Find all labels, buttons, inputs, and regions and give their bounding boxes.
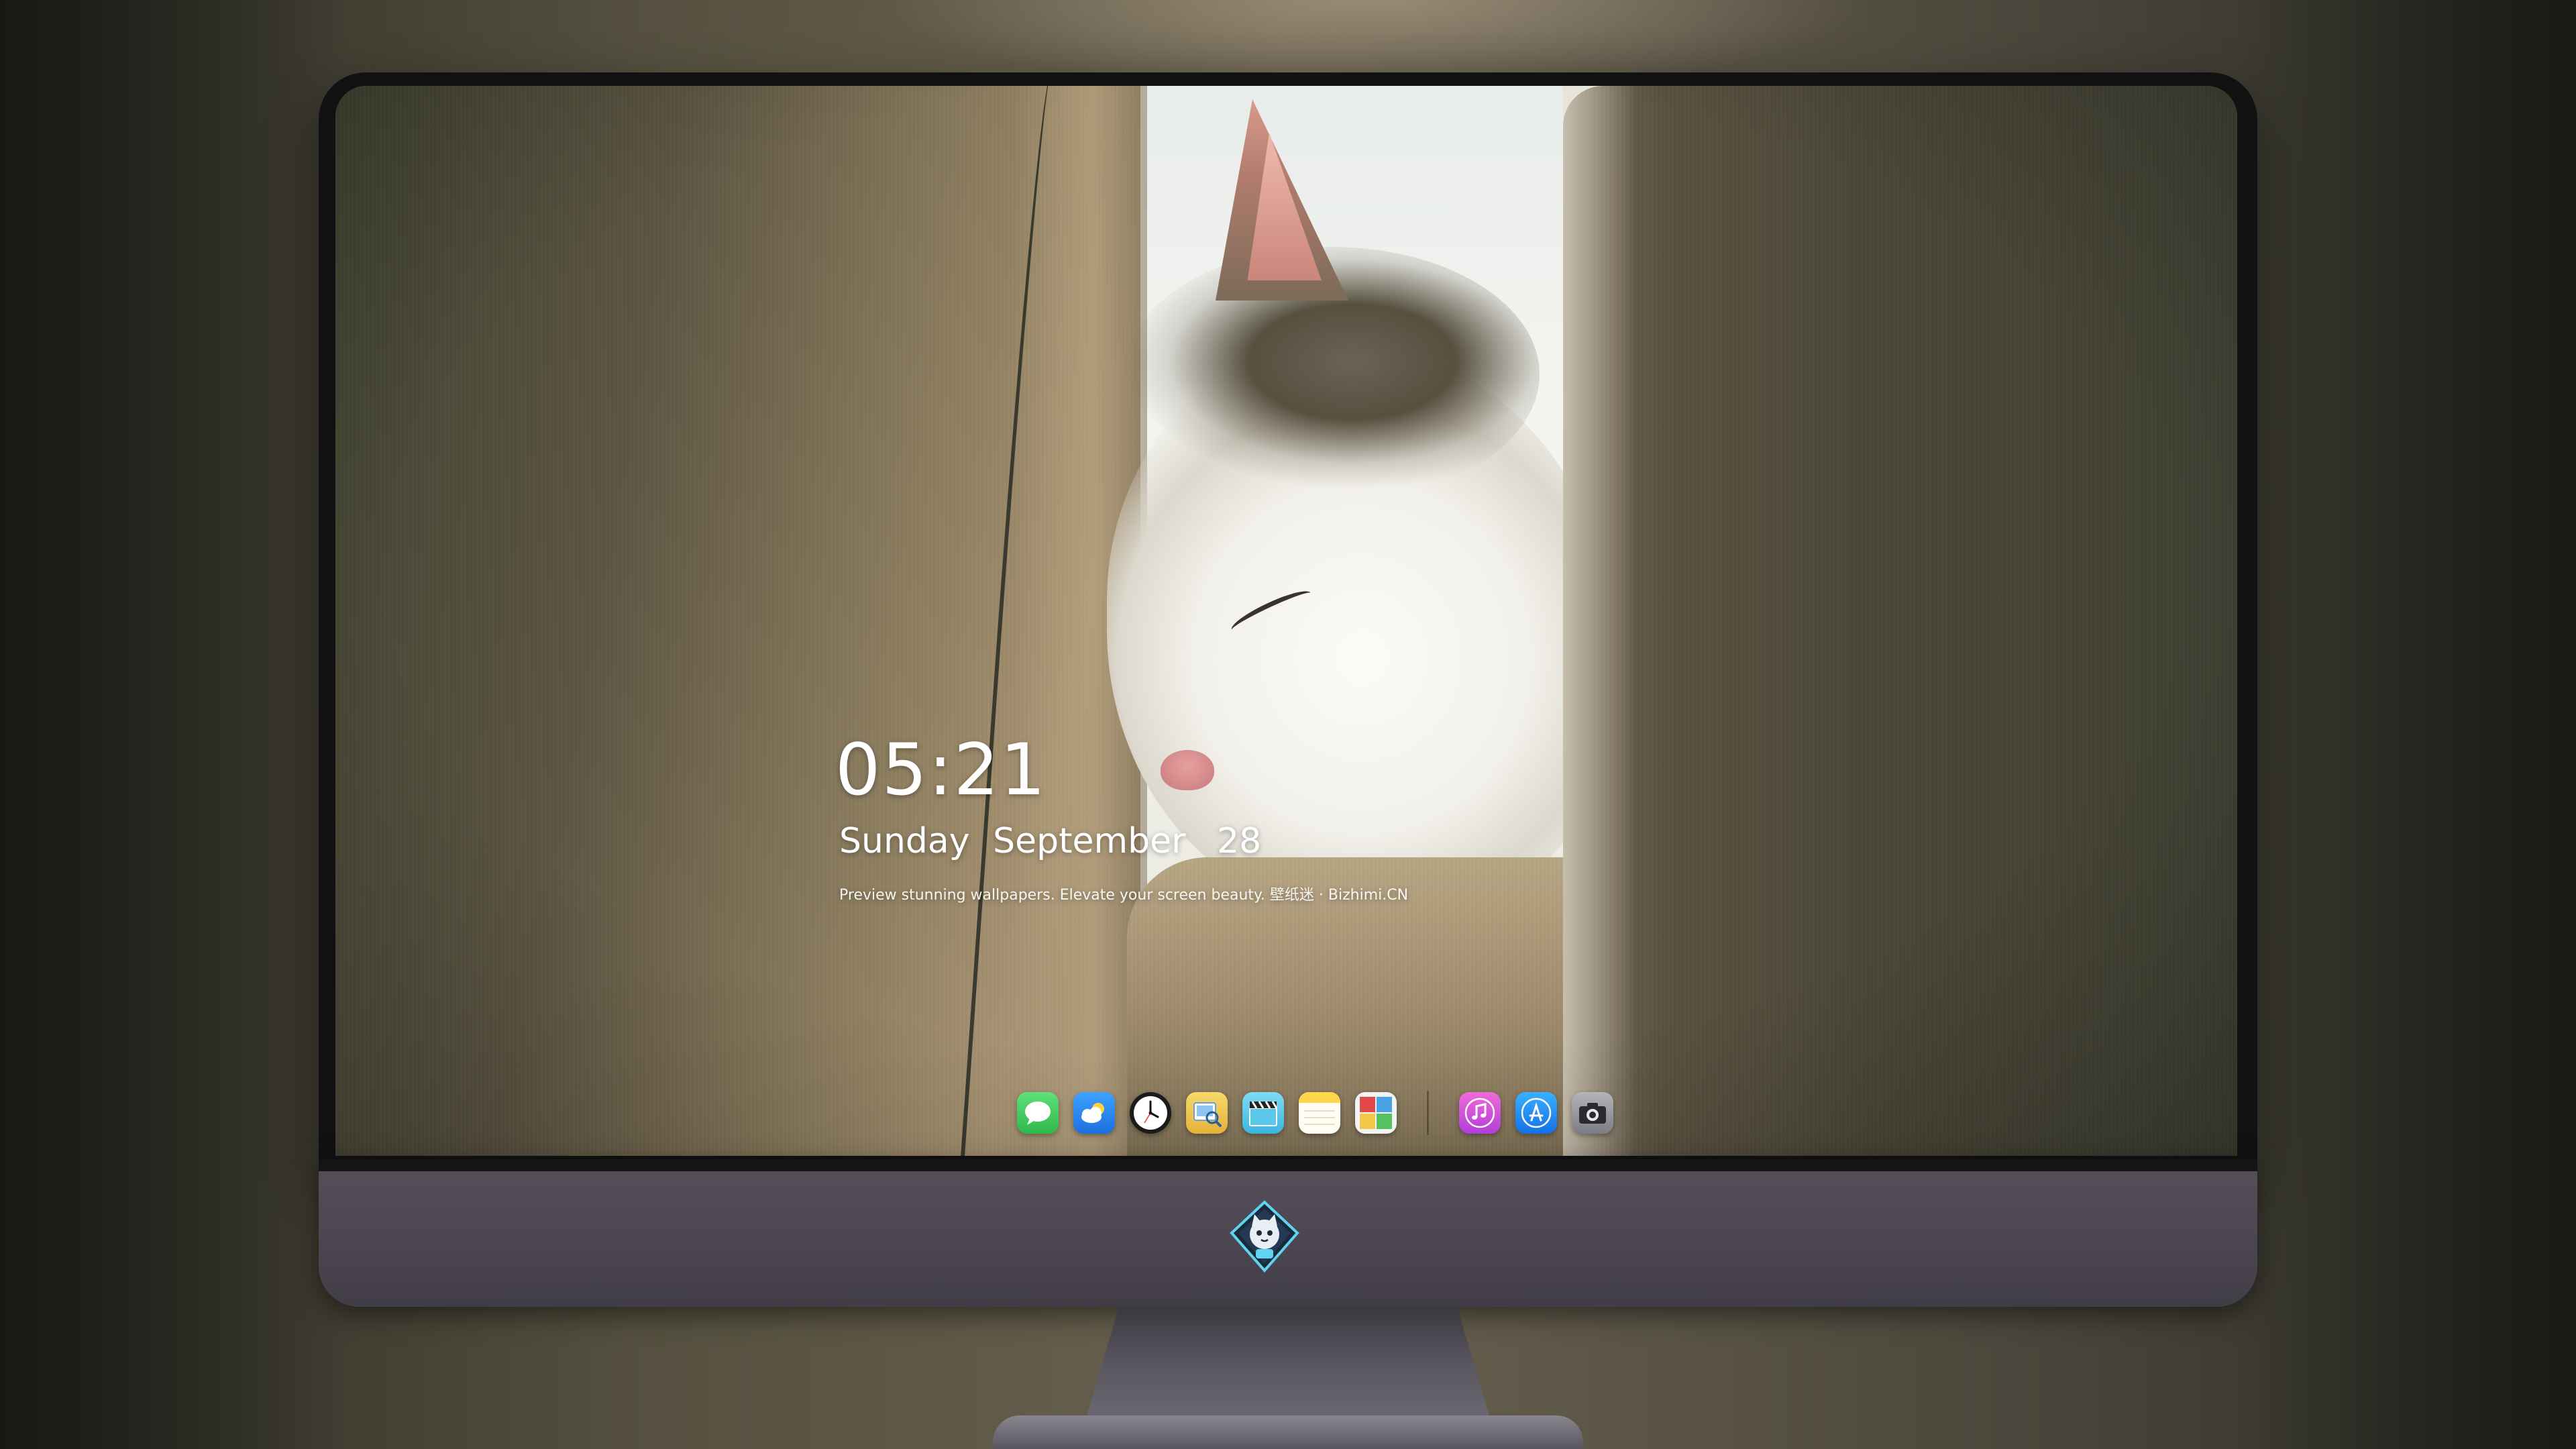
- speech-bubble-icon: [1025, 1102, 1051, 1125]
- dock-app-clock[interactable]: [1130, 1092, 1171, 1134]
- lock-screen[interactable]: 05:21 Sunday September 28 Preview stunni…: [335, 86, 2237, 1156]
- cloud-sun-icon: [1081, 1103, 1104, 1123]
- dock-app-messages[interactable]: [1017, 1092, 1059, 1134]
- dock: [1010, 1081, 1621, 1145]
- dock-app-preview[interactable]: [1186, 1092, 1228, 1134]
- date-weekday: Sunday: [839, 821, 970, 861]
- dock-app-app-store[interactable]: [1515, 1092, 1557, 1134]
- clapperboard-icon: [1249, 1101, 1278, 1126]
- cat-mascot-logo-icon: [1230, 1200, 1299, 1273]
- background-blur-left: [0, 0, 349, 1449]
- camera-icon: [1579, 1103, 1606, 1124]
- clock-time: 05:21: [835, 729, 1047, 811]
- photo-collage-icon: [1360, 1097, 1392, 1129]
- monitor-bezel: 05:21 Sunday September 28 Preview stunni…: [319, 72, 2257, 1159]
- monitor-stand-base: [993, 1415, 1583, 1449]
- clock-icon: [1134, 1096, 1167, 1130]
- date-day: 28: [1217, 821, 1262, 861]
- app-store-icon: [1521, 1097, 1552, 1128]
- wallpaper-tagline: Preview stunning wallpapers. Elevate you…: [839, 887, 1409, 904]
- dock-app-photo-booth[interactable]: [1355, 1092, 1397, 1134]
- dock-app-videos[interactable]: [1242, 1092, 1284, 1134]
- music-note-icon: [1464, 1097, 1495, 1128]
- clock-date: Sunday September 28: [839, 820, 1408, 863]
- photo-magnifier-icon: [1193, 1102, 1222, 1127]
- clock-widget: 05:21 Sunday September 28 Preview stunni…: [835, 730, 1408, 906]
- dock-app-camera[interactable]: [1572, 1092, 1613, 1134]
- dock-separator: [1427, 1091, 1429, 1135]
- desktop-stage: 05:21 Sunday September 28 Preview stunni…: [0, 0, 2576, 1449]
- monitor-chin: [319, 1159, 2257, 1307]
- date-month: September: [993, 821, 1186, 861]
- dock-app-weather[interactable]: [1073, 1092, 1115, 1134]
- dock-app-music[interactable]: [1459, 1092, 1501, 1134]
- background-blur-right: [2227, 0, 2576, 1449]
- dock-app-notes[interactable]: [1299, 1092, 1340, 1134]
- notepad-icon: [1299, 1092, 1340, 1125]
